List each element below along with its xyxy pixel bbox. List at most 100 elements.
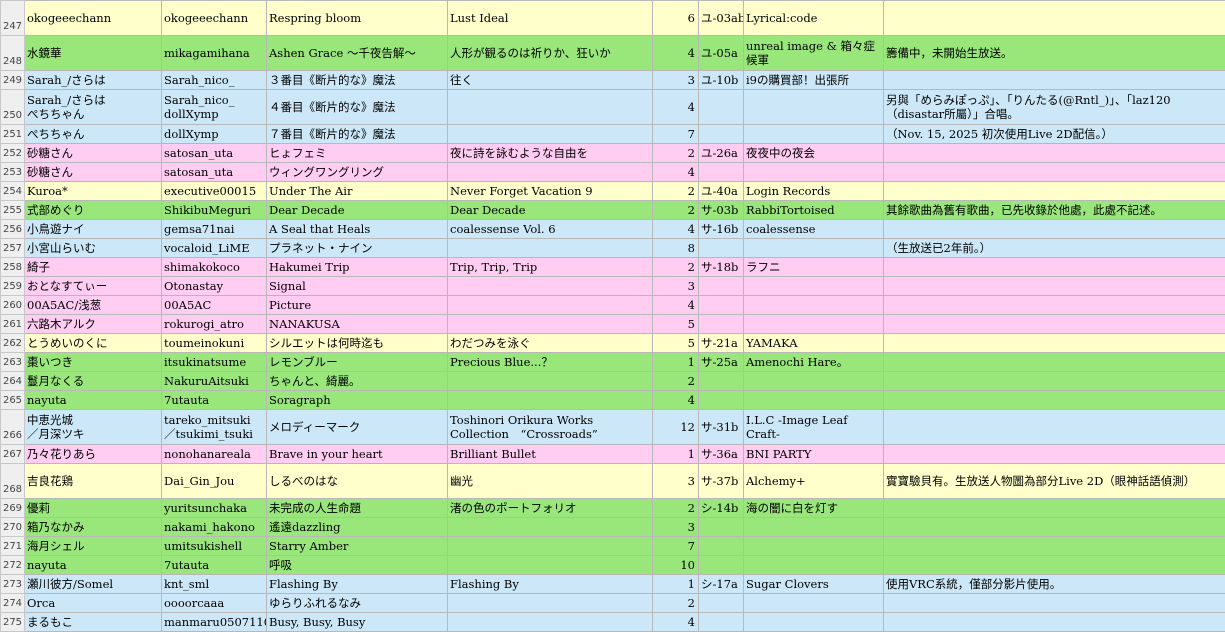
cell-notes[interactable]: 另與「めらみぽっぷ」、「りんたる(@Rntl_)」、「laz120（disast… — [884, 90, 1225, 125]
cell-artist[interactable]: 中恵光城 ／月深ツキ — [25, 410, 162, 445]
cell-booth-code[interactable] — [699, 391, 744, 410]
cell-circle[interactable]: unreal image & 箱々症候軍 — [744, 36, 884, 71]
cell-niconico-id[interactable]: Sarah_nico_ dollXymp — [162, 90, 267, 125]
cell-artist[interactable]: nayuta — [25, 556, 162, 575]
cell-album-title[interactable] — [448, 90, 653, 125]
cell-niconico-id[interactable]: vocaloid_LiME — [162, 239, 267, 258]
cell-song-title[interactable]: Hakumei Trip — [267, 258, 448, 277]
cell-circle[interactable] — [744, 537, 884, 556]
cell-circle[interactable]: Alchemy+ — [744, 464, 884, 499]
cell-booth-code[interactable]: サ-21a — [699, 334, 744, 353]
cell-circle[interactable] — [744, 90, 884, 125]
cell-album-title[interactable] — [448, 613, 653, 632]
cell-album-title[interactable]: coalessense Vol. 6 — [448, 220, 653, 239]
cell-circle[interactable] — [744, 556, 884, 575]
cell-booth-code[interactable]: シ-14b — [699, 499, 744, 518]
cell-track-number[interactable]: 10 — [653, 556, 699, 575]
cell-album-title[interactable]: Toshinori Orikura Works Collection “Cros… — [448, 410, 653, 445]
cell-booth-code[interactable] — [699, 163, 744, 182]
cell-booth-code[interactable]: サ-36a — [699, 445, 744, 464]
cell-circle[interactable] — [744, 518, 884, 537]
cell-booth-code[interactable] — [699, 315, 744, 334]
cell-booth-code[interactable]: サ-03b — [699, 201, 744, 220]
cell-album-title[interactable] — [448, 372, 653, 391]
cell-artist[interactable]: 鬘月なくる — [25, 372, 162, 391]
cell-niconico-id[interactable]: 7utauta — [162, 556, 267, 575]
cell-circle[interactable]: YAMAKA — [744, 334, 884, 353]
cell-notes[interactable] — [884, 537, 1225, 556]
cell-album-title[interactable] — [448, 163, 653, 182]
row-header[interactable]: 260 — [1, 296, 25, 315]
row-header[interactable]: 247 — [1, 1, 25, 36]
cell-song-title[interactable]: Ashen Grace ～千夜告解～ — [267, 36, 448, 71]
cell-song-title[interactable]: Flashing By — [267, 575, 448, 594]
row-header[interactable]: 266 — [1, 410, 25, 445]
cell-booth-code[interactable]: ユ-05a — [699, 36, 744, 71]
cell-song-title[interactable]: メロディーマーク — [267, 410, 448, 445]
cell-notes[interactable] — [884, 315, 1225, 334]
cell-booth-code[interactable]: ユ-03ab — [699, 1, 744, 36]
cell-notes[interactable] — [884, 163, 1225, 182]
row-header[interactable]: 270 — [1, 518, 25, 537]
cell-booth-code[interactable]: サ-37b — [699, 464, 744, 499]
cell-track-number[interactable]: 3 — [653, 464, 699, 499]
cell-niconico-id[interactable]: NakuruAitsuki — [162, 372, 267, 391]
row-header[interactable]: 258 — [1, 258, 25, 277]
cell-song-title[interactable]: ちゃんと、綺麗。 — [267, 372, 448, 391]
cell-artist[interactable]: 六路木アルク — [25, 315, 162, 334]
cell-track-number[interactable]: 5 — [653, 334, 699, 353]
cell-album-title[interactable]: Brilliant Bullet — [448, 445, 653, 464]
cell-artist[interactable]: Orca — [25, 594, 162, 613]
cell-niconico-id[interactable]: yuritsunchaka — [162, 499, 267, 518]
cell-booth-code[interactable]: サ-16b — [699, 220, 744, 239]
cell-notes[interactable] — [884, 391, 1225, 410]
cell-booth-code[interactable] — [699, 556, 744, 575]
cell-album-title[interactable]: Lust Ideal — [448, 1, 653, 36]
cell-circle[interactable] — [744, 372, 884, 391]
cell-circle[interactable]: BNI PARTY — [744, 445, 884, 464]
cell-artist[interactable]: 00A5AC/浅葱 — [25, 296, 162, 315]
cell-album-title[interactable]: 往く — [448, 71, 653, 90]
row-header[interactable]: 275 — [1, 613, 25, 632]
row-header[interactable]: 254 — [1, 182, 25, 201]
cell-song-title[interactable]: Starry Amber — [267, 537, 448, 556]
cell-album-title[interactable]: Trip, Trip, Trip — [448, 258, 653, 277]
cell-album-title[interactable] — [448, 556, 653, 575]
cell-song-title[interactable]: Dear Decade — [267, 201, 448, 220]
cell-song-title[interactable]: ヒょフェミ — [267, 144, 448, 163]
cell-booth-code[interactable]: サ-31b — [699, 410, 744, 445]
cell-notes[interactable] — [884, 220, 1225, 239]
row-header[interactable]: 267 — [1, 445, 25, 464]
row-header[interactable]: 252 — [1, 144, 25, 163]
cell-circle[interactable]: ラフニ — [744, 258, 884, 277]
cell-song-title[interactable]: ４番目《断片的な》魔法 — [267, 90, 448, 125]
cell-track-number[interactable]: 4 — [653, 391, 699, 410]
cell-artist[interactable]: 小鳥遊ナイ — [25, 220, 162, 239]
cell-circle[interactable] — [744, 125, 884, 144]
cell-track-number[interactable]: 2 — [653, 182, 699, 201]
cell-booth-code[interactable]: ユ-10b — [699, 71, 744, 90]
cell-notes[interactable] — [884, 1, 1225, 36]
cell-niconico-id[interactable]: nakami_hakono — [162, 518, 267, 537]
cell-artist[interactable]: Sarah_/さらは — [25, 71, 162, 90]
cell-notes[interactable] — [884, 334, 1225, 353]
cell-niconico-id[interactable]: rokurogi_atro — [162, 315, 267, 334]
cell-notes[interactable] — [884, 445, 1225, 464]
cell-album-title[interactable]: 幽光 — [448, 464, 653, 499]
cell-track-number[interactable]: 2 — [653, 201, 699, 220]
cell-album-title[interactable] — [448, 391, 653, 410]
cell-album-title[interactable] — [448, 277, 653, 296]
cell-booth-code[interactable]: サ-25a — [699, 353, 744, 372]
cell-track-number[interactable]: 2 — [653, 258, 699, 277]
cell-notes[interactable] — [884, 71, 1225, 90]
row-header[interactable]: 272 — [1, 556, 25, 575]
cell-artist[interactable]: 綺子 — [25, 258, 162, 277]
cell-artist[interactable]: 棗いつき — [25, 353, 162, 372]
cell-track-number[interactable]: 3 — [653, 277, 699, 296]
cell-album-title[interactable]: 人形が観るのは祈りか、狂いか — [448, 36, 653, 71]
cell-niconico-id[interactable]: 7utauta — [162, 391, 267, 410]
cell-album-title[interactable]: Dear Decade — [448, 201, 653, 220]
cell-artist[interactable]: 乃々花りあら — [25, 445, 162, 464]
cell-album-title[interactable] — [448, 315, 653, 334]
cell-track-number[interactable]: 4 — [653, 296, 699, 315]
